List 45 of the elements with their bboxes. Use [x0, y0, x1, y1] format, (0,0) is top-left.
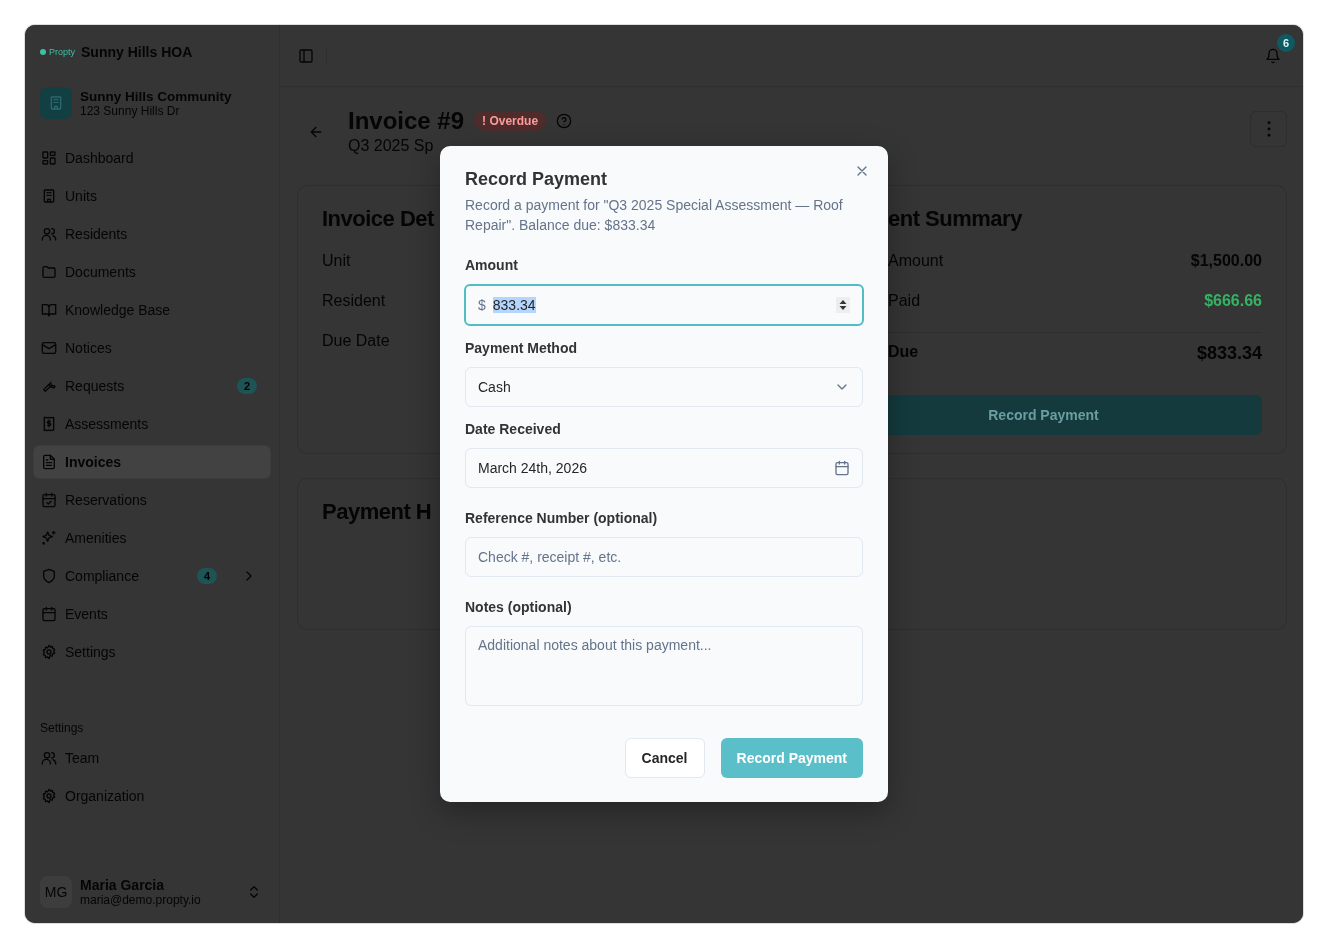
document-icon: [41, 454, 57, 470]
shield-icon: [41, 568, 57, 584]
back-arrow-icon: [308, 124, 324, 140]
book-icon: [41, 302, 57, 318]
field-label: Amount: [465, 257, 519, 273]
users-icon: [41, 750, 57, 766]
spinner-icon[interactable]: [836, 297, 850, 313]
logo: Propty: [49, 47, 75, 57]
field-label: Reference Number (optional): [465, 510, 659, 526]
mail-icon: [41, 340, 57, 356]
notification-badge: 6: [1277, 33, 1295, 52]
cancel-button[interactable]: Cancel: [624, 738, 705, 778]
dialog-description: Record a payment for "Q3 2025 Special Assessment — Roof Repair". Balance due: $833.34: [465, 196, 844, 235]
calendar-icon: [834, 460, 850, 476]
dialog-title: Record Payment: [465, 169, 609, 190]
record-payment-button[interactable]: Record Payment: [720, 738, 863, 778]
notes-field[interactable]: Additional notes about this payment...: [465, 626, 863, 706]
logo-icon: [40, 49, 46, 55]
calendar-icon: [41, 606, 57, 622]
settings-icon: [41, 788, 57, 804]
more-icon: [1266, 121, 1271, 137]
help-icon: [556, 113, 573, 129]
date-field[interactable]: March 24th, 2026: [465, 448, 863, 488]
building-icon: [41, 188, 57, 204]
calendar-check-icon: [41, 492, 57, 508]
avatar: MG: [40, 876, 72, 908]
dashboard-icon: [41, 150, 57, 166]
input-field[interactable]: Check #, receipt #, etc.: [465, 537, 863, 577]
summary-value: $666.66: [1204, 292, 1262, 311]
folder-icon: [41, 264, 57, 280]
count-badge: 2: [236, 378, 257, 394]
receipt-icon: [41, 416, 57, 432]
sparkles-icon: [41, 530, 57, 546]
sidebar-toggle-icon: [298, 47, 314, 64]
field-label: Notes (optional): [465, 599, 573, 615]
field-label: Payment Method: [465, 340, 578, 356]
users-icon: [41, 226, 57, 242]
count-badge: 4: [196, 568, 217, 584]
status-badge: ! Overdue: [474, 111, 547, 131]
settings-icon: [41, 644, 57, 660]
select-field[interactable]: Cash: [465, 367, 863, 407]
building-icon: [40, 87, 72, 119]
field-label: Date Received: [465, 421, 562, 437]
sidebar-item[interactable]: Invoices: [33, 445, 271, 479]
amount-field[interactable]: $ 833.34: [464, 284, 864, 326]
